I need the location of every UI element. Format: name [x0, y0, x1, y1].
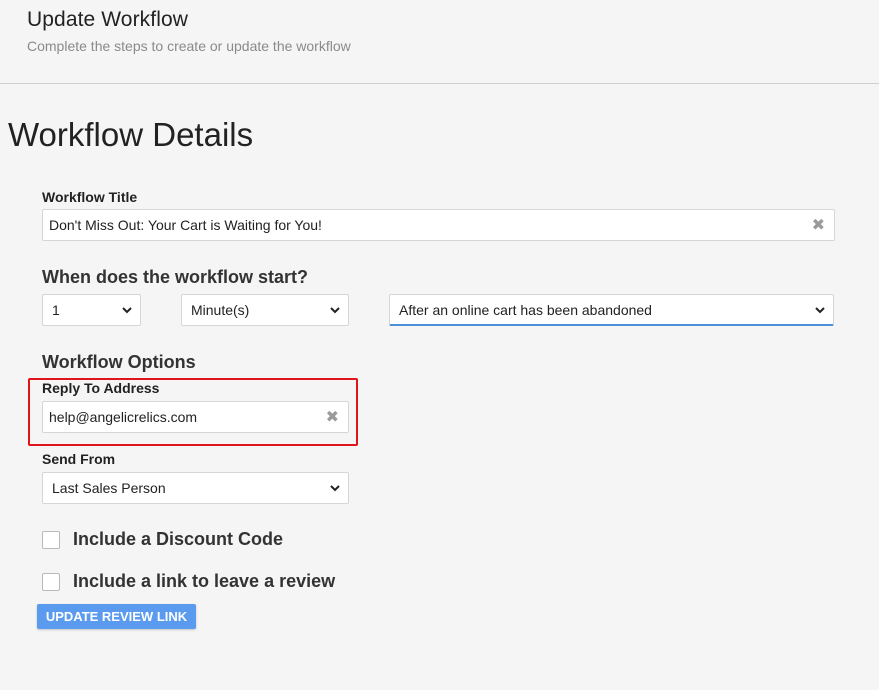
clear-icon[interactable]: ✖: [326, 407, 339, 427]
workflow-start-heading: When does the workflow start?: [42, 267, 309, 287]
discount-code-checkbox[interactable]: [42, 530, 60, 549]
review-link-label[interactable]: Include a link to leave a review: [73, 571, 335, 592]
start-amount-value: 1: [52, 302, 60, 318]
update-review-link-button[interactable]: UPDATE REVIEW LINK: [37, 604, 196, 629]
workflow-options-heading: Workflow Options: [42, 352, 196, 372]
start-unit-value: Minute(s): [191, 302, 250, 318]
start-unit-select[interactable]: Minute(s): [181, 294, 349, 326]
discount-code-option[interactable]: Include a Discount Code: [42, 529, 283, 550]
workflow-title-value: Don't Miss Out: Your Cart is Waiting for…: [49, 217, 322, 233]
chevron-down-icon: [330, 485, 340, 492]
review-link-checkbox[interactable]: [42, 572, 60, 591]
page-subtitle: Complete the steps to create or update t…: [27, 38, 351, 54]
send-from-label: Send From: [42, 451, 116, 467]
reply-to-label: Reply To Address: [42, 380, 160, 396]
workflow-title-input[interactable]: Don't Miss Out: Your Cart is Waiting for…: [42, 209, 835, 241]
start-trigger-value: After an online cart has been abandoned: [399, 301, 652, 318]
chevron-down-icon: [122, 307, 132, 314]
chevron-down-icon: [330, 307, 340, 314]
send-from-select[interactable]: Last Sales Person: [42, 472, 349, 504]
start-amount-select[interactable]: 1: [42, 294, 141, 326]
start-trigger-select[interactable]: After an online cart has been abandoned: [389, 294, 834, 326]
workflow-title-label: Workflow Title: [42, 189, 138, 205]
discount-code-label[interactable]: Include a Discount Code: [73, 529, 283, 550]
reply-to-input[interactable]: help@angelicrelics.com ✖: [42, 401, 349, 433]
section-title: Workflow Details: [8, 116, 254, 153]
send-from-value: Last Sales Person: [52, 480, 166, 496]
reply-to-value: help@angelicrelics.com: [49, 409, 198, 425]
page-title: Update Workflow: [27, 8, 189, 31]
review-link-option[interactable]: Include a link to leave a review: [42, 571, 335, 592]
page-header: Update Workflow Complete the steps to cr…: [0, 0, 879, 84]
clear-icon[interactable]: ✖: [812, 215, 825, 235]
chevron-down-icon: [815, 306, 825, 313]
